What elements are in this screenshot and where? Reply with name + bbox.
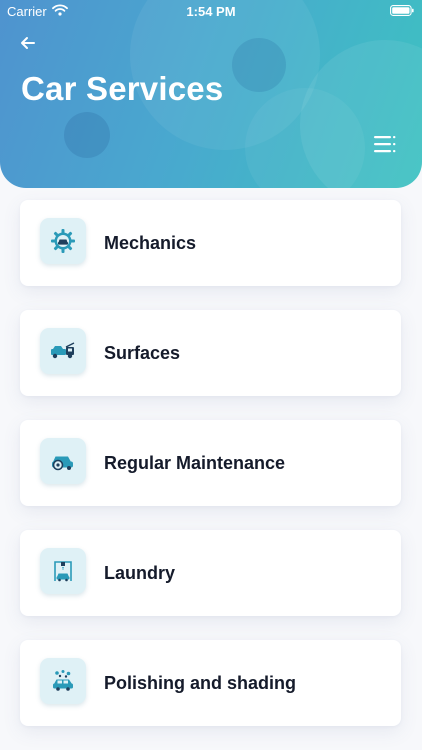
status-time: 1:54 PM [186, 4, 236, 19]
service-icon-box [40, 328, 86, 374]
service-label: Laundry [104, 563, 176, 583]
status-bar: Carrier 1:54 PM [0, 0, 422, 22]
gear-car-icon [51, 229, 75, 253]
decor-circle [232, 38, 286, 92]
service-label: Surfaces [104, 343, 181, 363]
page-title: Car Services [21, 70, 224, 107]
service-icon-box [40, 438, 86, 484]
car-polish-icon [53, 670, 73, 691]
tow-truck-icon [51, 342, 75, 359]
service-icon-box [40, 218, 86, 264]
service-card-laundry[interactable]: Laundry [20, 530, 401, 616]
service-label: Regular Maintenance [104, 453, 286, 473]
car-wash-icon [54, 561, 72, 582]
service-card-polishing-and-shading[interactable]: Polishing and shading [20, 640, 401, 726]
service-label: Polishing and shading [104, 673, 297, 693]
back-arrow-icon[interactable] [17, 32, 39, 54]
car-repair-icon [52, 456, 73, 471]
menu-icon[interactable] [372, 133, 398, 155]
service-card-mechanics[interactable]: Mechanics [20, 200, 401, 286]
service-label: Mechanics [104, 233, 197, 253]
decor-circle [64, 112, 110, 158]
service-icon-box [40, 658, 86, 704]
service-card-surfaces[interactable]: Surfaces [20, 310, 401, 396]
service-card-regular-maintenance[interactable]: Regular Maintenance [20, 420, 401, 506]
service-icon-box [40, 548, 86, 594]
battery-icon [390, 5, 414, 16]
